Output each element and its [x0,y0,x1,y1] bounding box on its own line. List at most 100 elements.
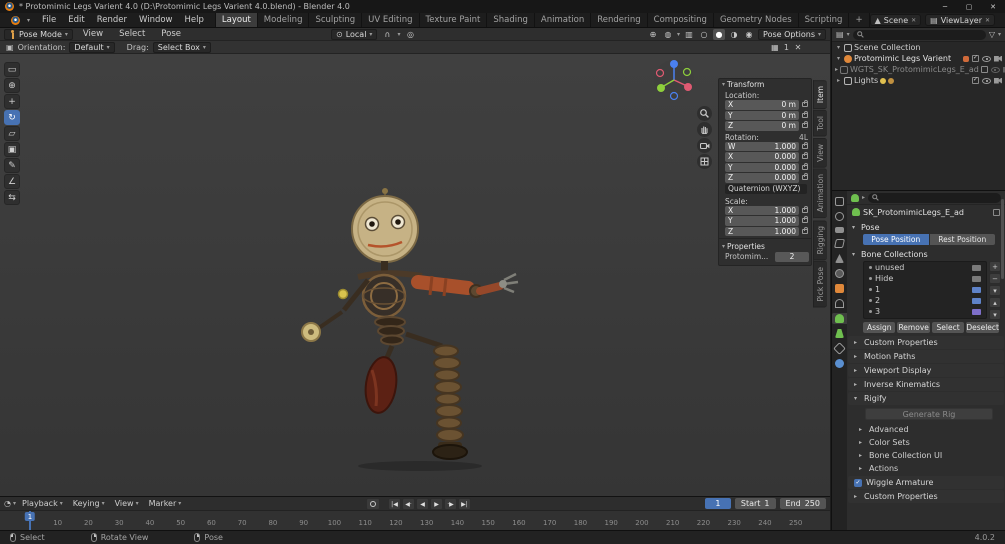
outliner-display-mode-icon[interactable]: ▤ [836,30,844,39]
hide-eye-icon[interactable] [982,55,991,62]
tab-physics[interactable] [832,358,847,369]
specials-menu-button[interactable]: ▾ [989,285,1001,296]
n-tab-pick-pose[interactable]: Pick Pose [813,261,827,308]
tab-modeling[interactable]: Modeling [258,13,310,27]
wiggle-armature-panel[interactable]: ✓ Wiggle Armature [848,476,1004,489]
scene-selector[interactable]: ▲ Scene ✕ [869,14,922,26]
tab-output[interactable] [832,226,847,234]
lock-icon[interactable] [802,173,808,181]
filter-icon[interactable]: ▽ [989,30,995,39]
lock-icon[interactable] [802,100,808,108]
menu-window[interactable]: Window [133,13,179,27]
visibility-icon[interactable] [972,264,981,271]
lock-icon[interactable] [802,110,808,118]
pin-id-icon[interactable] [993,208,1000,216]
annotate-tool[interactable]: ✎ [4,158,20,173]
lock-icon[interactable] [802,216,808,224]
rotation-mode-dropdown[interactable]: Quaternion (WXYZ) [725,183,807,194]
tab-scene[interactable] [832,253,847,264]
transform-orientation-dropdown[interactable]: ⊙ Local ▾ [330,28,378,40]
perspective-grid-button[interactable] [697,154,712,169]
n-tab-item[interactable]: Item [813,80,827,110]
pose-section-header[interactable]: ▾ Pose [847,221,1005,233]
auto-keying-toggle[interactable] [366,498,380,510]
start-frame-field[interactable]: Start 1 [734,498,776,509]
viewport-menu-select[interactable]: Select [113,28,151,40]
tab-sculpting[interactable]: Sculpting [309,13,363,27]
tab-bone-constraint[interactable] [832,342,847,355]
shading-rendered-icon[interactable]: ◉ [743,29,755,40]
snap-dropdown-icon[interactable]: ▾ [397,31,400,38]
wiggle-armature-checkbox[interactable]: ✓ [854,478,862,487]
actions-panel[interactable]: ▸ Actions [847,462,1005,475]
hide-eye-icon[interactable] [990,66,1000,73]
keying-menu[interactable]: Keying ▾ [69,499,109,508]
expand-icon[interactable]: ▾ [835,55,842,62]
motion-paths-panel[interactable]: ▸ Motion Paths [848,350,1004,363]
id-block-row[interactable]: SK_ProtomimicLegs_E_ad [847,205,1005,219]
lock-icon[interactable] [802,205,808,213]
prev-keyframe-button[interactable]: ◀· [402,498,415,510]
viewport-menu-pose[interactable]: Pose [155,28,187,40]
camera-view-button[interactable] [697,138,712,153]
outliner-row-wgts[interactable]: ▸ WGTS_SK_ProtomimicLegs_E_ad [832,64,1005,75]
properties-panel-header[interactable]: ▾ Properties [719,241,811,252]
lock-icon[interactable] [802,141,808,149]
advanced-panel[interactable]: ▸ Advanced [847,423,1005,436]
mirror-x-toggle[interactable]: ✕ [792,42,804,53]
remove-button[interactable]: Remove [897,322,930,333]
hide-eye-icon[interactable] [982,77,991,84]
outliner-search-input[interactable] [852,29,986,40]
tab-compositing[interactable]: Compositing [648,13,714,27]
view-menu[interactable]: View ▾ [111,499,143,508]
n-tab-view[interactable]: View [813,137,827,168]
assign-button[interactable]: Assign [863,322,896,333]
deselect-button[interactable]: Deselect [966,322,999,333]
viewport-menu-view[interactable]: View [77,28,109,40]
navigation-gizmo[interactable] [652,58,696,102]
expand-icon[interactable]: ▸ [835,66,838,73]
inverse-kinematics-panel[interactable]: ▸ Inverse Kinematics [848,378,1004,391]
marker-menu[interactable]: Marker ▾ [145,499,186,508]
location-x-field[interactable]: X0 m [725,100,799,110]
tab-world[interactable] [832,268,847,279]
collection-row-2[interactable]: 2 [864,295,986,306]
collection-row-hide[interactable]: Hide [864,273,986,284]
tab-view-layer[interactable] [832,238,847,249]
selectable-checkbox[interactable] [980,66,988,73]
scale-y-field[interactable]: Y 1.000 [725,216,799,226]
remove-collection-button[interactable]: − [989,273,1001,284]
outliner-row-armature[interactable]: ▾ Protomimic Legs Varient [832,53,1005,64]
lock-icon[interactable] [802,121,808,129]
tab-layout[interactable]: Layout [215,13,258,27]
bone-collections-header[interactable]: ▾ Bone Collections [847,248,1005,260]
expand-icon[interactable]: ▾ [835,44,842,51]
end-frame-field[interactable]: End 250 [779,498,826,509]
play-button[interactable]: ▶ [430,498,443,510]
drag-setting-dropdown[interactable]: Select Box ▾ [152,41,211,53]
color-sets-panel[interactable]: ▸ Color Sets [847,436,1005,449]
scale-z-field[interactable]: Z 1.000 [725,226,799,236]
custom-prop-field[interactable]: 2 [775,252,809,262]
shading-solid-icon[interactable]: ● [713,28,726,40]
collection-row-unused[interactable]: unused [864,262,986,273]
next-keyframe-button[interactable]: ·▶ [444,498,457,510]
select-box-tool[interactable]: ▭ [4,62,20,77]
remove-view-layer-icon[interactable]: ✕ [985,17,990,24]
collection-index-field[interactable]: 1 [784,43,789,52]
tab-object-data[interactable] [832,313,847,324]
pan-hand-button[interactable] [697,122,712,137]
lock-icon[interactable] [802,152,808,160]
render-camera-icon[interactable] [994,77,1002,84]
viewport-canvas[interactable]: ▭ ⊕ + ↻ ▱ ▣ ✎ ∠ ⇆ ▾ Transform Location: … [0,54,830,496]
rotation-y-field[interactable]: Y 0.000 [725,162,799,172]
shading-wireframe-icon[interactable]: ○ [698,29,710,40]
outliner-row-lights[interactable]: ▸ Lights [832,75,1005,86]
overlays-dropdown-icon[interactable]: ▾ [677,31,680,38]
menu-file[interactable]: File [36,13,62,27]
rotation-x-field[interactable]: X 0.000 [725,152,799,162]
selectable-checkbox[interactable] [972,54,979,62]
tab-shading[interactable]: Shading [487,13,535,27]
visibility-icon[interactable] [972,297,981,304]
scale-x-field[interactable]: X 1.000 [725,205,799,215]
